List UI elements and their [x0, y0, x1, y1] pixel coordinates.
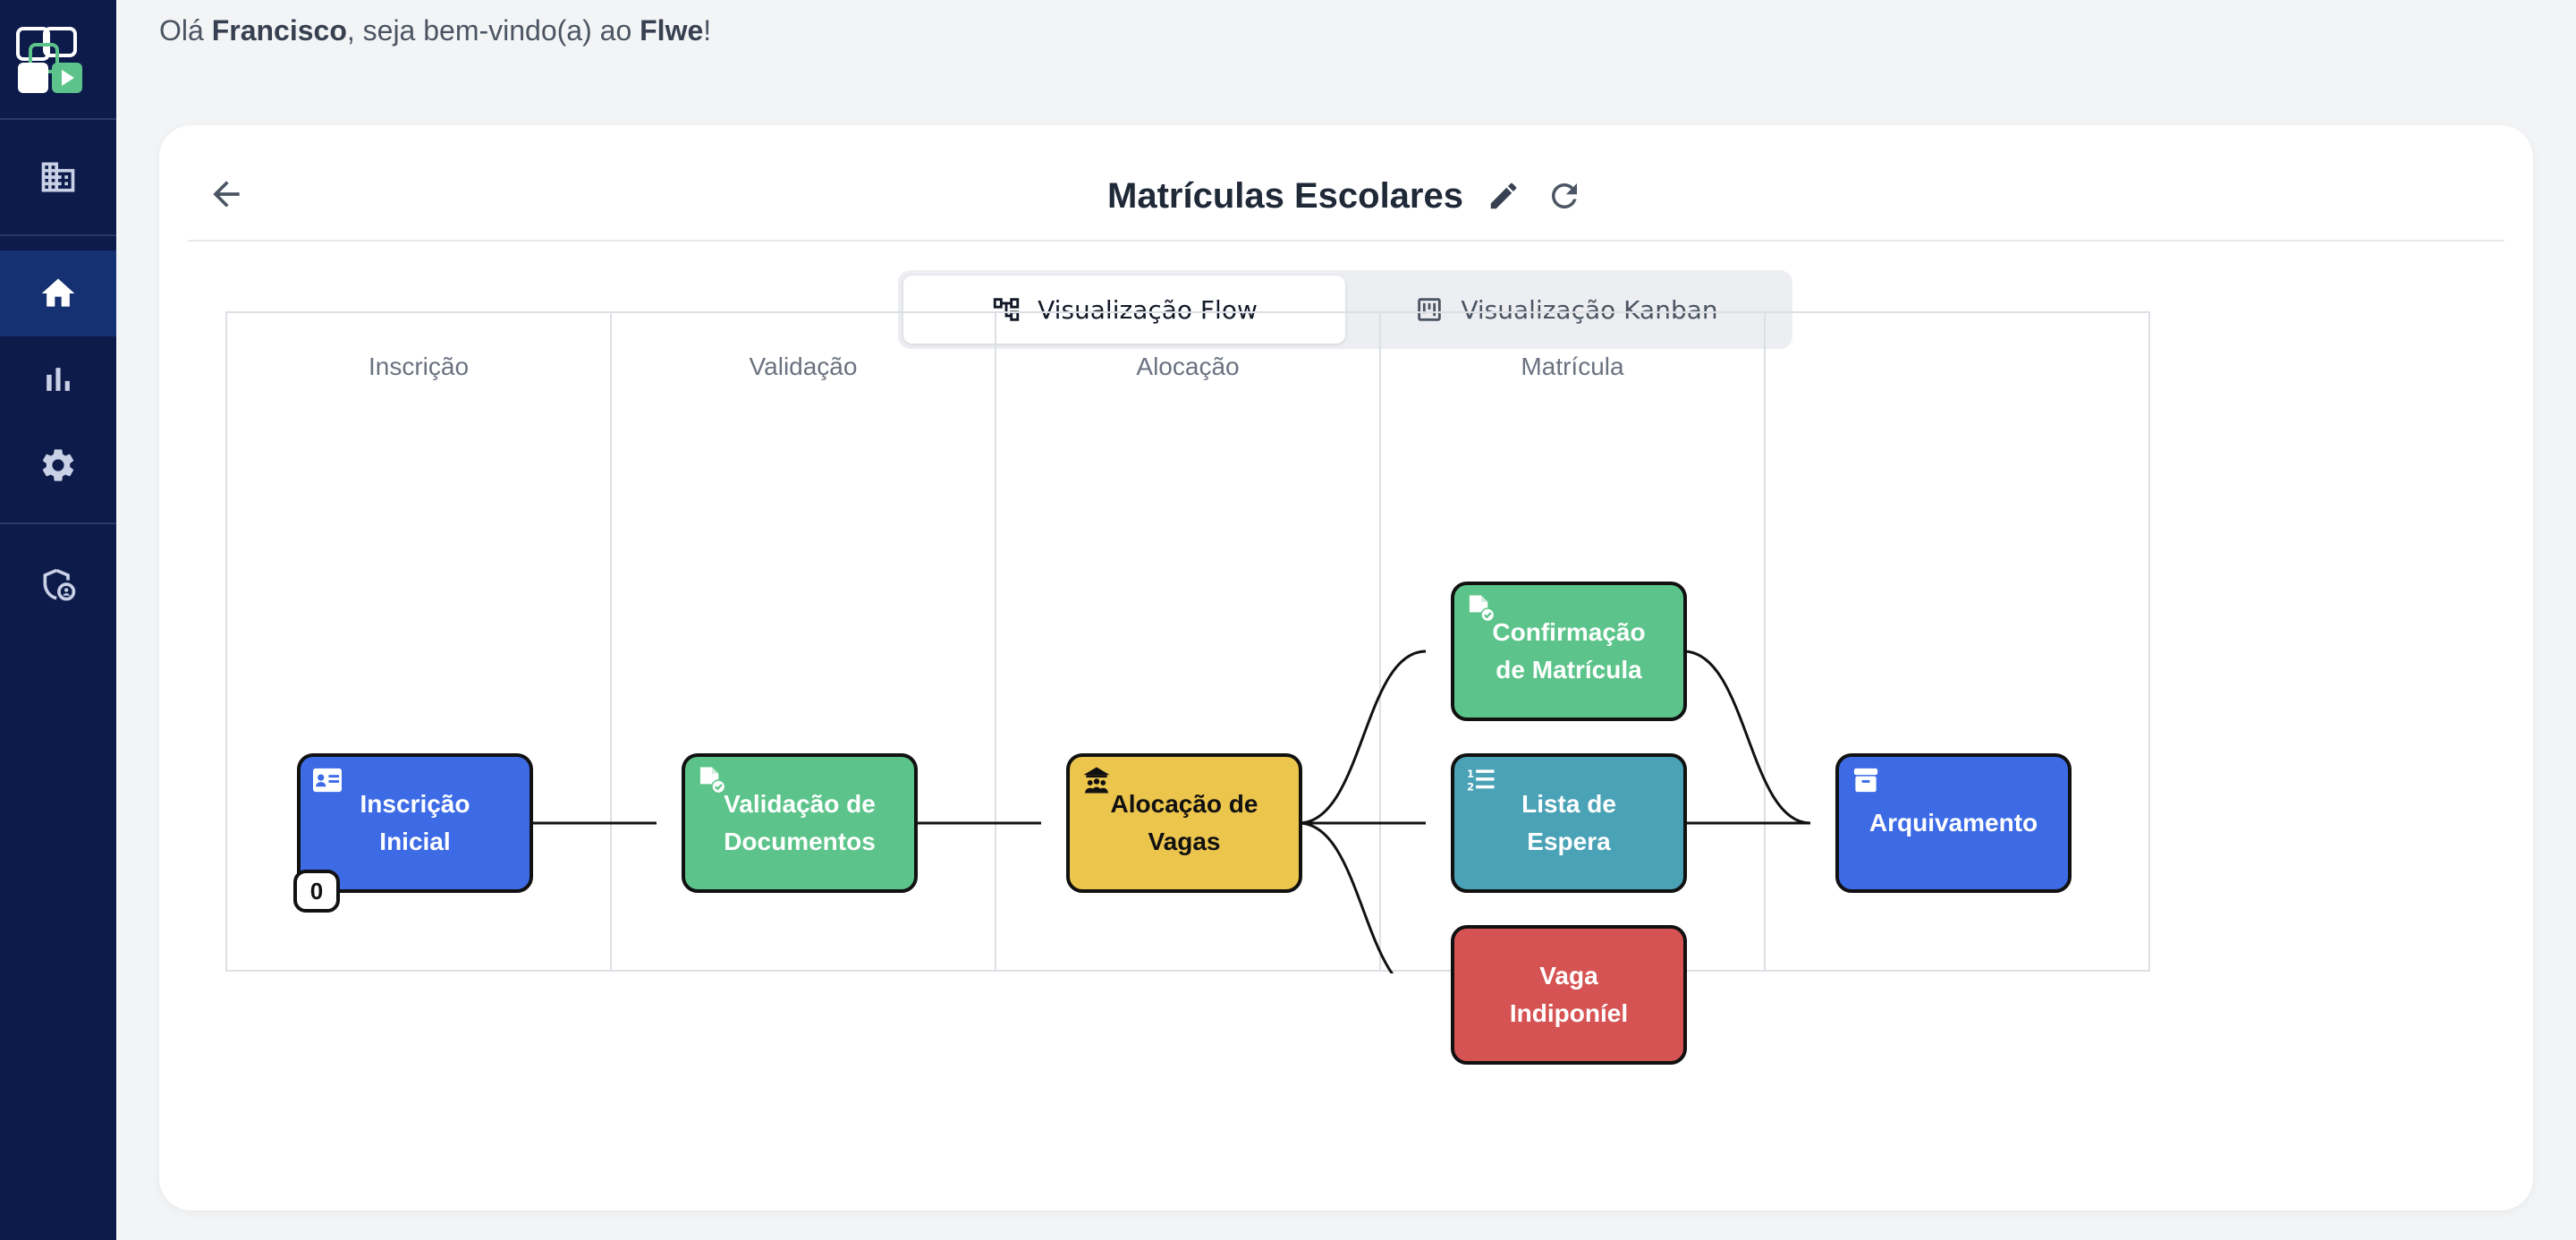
- node-confirmacao-matricula[interactable]: Confirmação de Matrícula: [1451, 582, 1687, 721]
- refresh-button[interactable]: [1544, 175, 1585, 217]
- greeting-suffix: !: [703, 14, 712, 47]
- document-check-icon: [699, 767, 726, 794]
- node-validacao-documentos[interactable]: Validação de Documentos: [682, 753, 918, 893]
- pencil-icon: [1490, 183, 1517, 209]
- edit-title-button[interactable]: [1483, 175, 1524, 217]
- node-label: Alocação de Vagas: [1110, 790, 1258, 855]
- archive-icon: [1853, 768, 1878, 793]
- sidebar-divider: [0, 234, 116, 236]
- document-check-icon: [1469, 595, 1496, 623]
- user-name: Francisco: [211, 14, 347, 47]
- edge-confirmacao-arquivamento: [1682, 650, 1811, 825]
- header-divider: [188, 240, 2504, 242]
- sidebar-item-security[interactable]: [0, 542, 116, 628]
- sidebar-divider: [0, 522, 116, 524]
- home-icon: [41, 278, 75, 307]
- node-label: Confirmação de Matrícula: [1492, 618, 1646, 684]
- count-badge: 0: [293, 870, 340, 913]
- app-name: Flwe: [640, 14, 704, 47]
- node-label: Lista de Espera: [1521, 790, 1616, 855]
- greeting-prefix: Olá: [159, 14, 212, 47]
- svg-text:1: 1: [1467, 768, 1474, 780]
- node-vaga-indisponivel[interactable]: Vaga Indiponíel: [1451, 925, 1687, 1065]
- bar-chart-icon: [47, 368, 70, 391]
- buildings-icon: [41, 162, 75, 192]
- node-label: Validação de Documentos: [724, 790, 876, 855]
- school-people-icon: [1083, 767, 1110, 794]
- sidebar-item-reports[interactable]: [0, 336, 116, 422]
- numbered-list-icon: 1 2: [1467, 768, 1495, 794]
- node-arquivamento[interactable]: Arquivamento: [1835, 753, 2072, 893]
- greeting-middle: , seja bem-vindo(a) ao: [346, 14, 640, 47]
- node-label: Vaga Indiponíel: [1509, 962, 1629, 1027]
- id-card-icon: [313, 768, 342, 793]
- welcome-message: Olá Francisco, seja bem-vindo(a) ao Flwe…: [159, 14, 711, 47]
- refresh-icon: [1552, 183, 1577, 208]
- flow-board: Inscrição Validação Alocação Matrícula I…: [225, 311, 2150, 1065]
- node-label: Arquivamento: [1868, 809, 2038, 837]
- node-lista-espera[interactable]: 1 2 Lista de Espera: [1451, 753, 1687, 893]
- edge-alocacao-confirmacao: [1298, 650, 1427, 825]
- app-logo[interactable]: [14, 25, 86, 97]
- node-label: Inscrição Inicial: [360, 790, 470, 855]
- shield-icon: [43, 568, 76, 601]
- header: Matrículas Escolares: [159, 165, 2533, 227]
- gear-icon: [42, 449, 74, 481]
- sidebar-item-companies[interactable]: [0, 134, 116, 220]
- page-title: Matrículas Escolares: [1107, 175, 1463, 216]
- node-alocacao-vagas[interactable]: Alocação de Vagas: [1066, 753, 1302, 893]
- sidebar-divider: [0, 118, 116, 120]
- sidebar-item-home[interactable]: [0, 251, 116, 336]
- svg-text:2: 2: [1467, 781, 1474, 794]
- sidebar-item-settings[interactable]: [0, 422, 116, 508]
- sidebar: [0, 0, 116, 1240]
- edge-alocacao-vaga: [1298, 821, 1394, 973]
